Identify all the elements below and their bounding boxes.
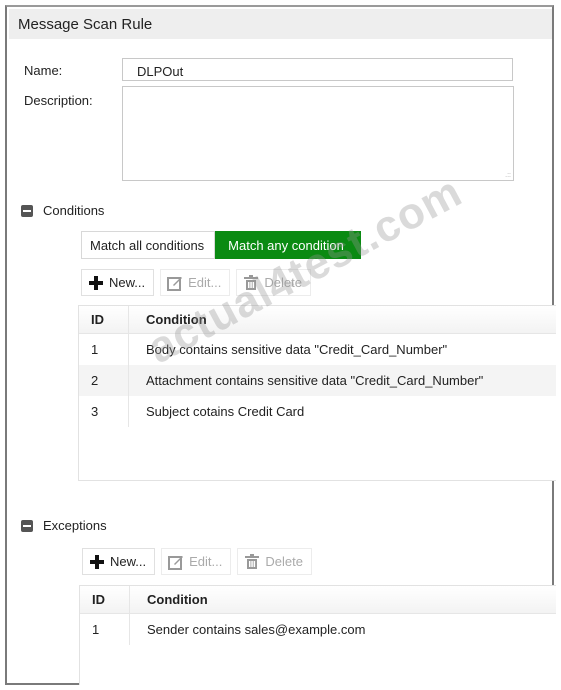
row-condition: Body contains sensitive data "Credit_Car… <box>146 342 448 357</box>
column-header-id[interactable]: ID <box>79 306 129 333</box>
exceptions-section-header[interactable]: Exceptions <box>21 518 107 533</box>
description-label: Description: <box>24 93 93 108</box>
conditions-new-button[interactable]: New... <box>81 269 155 296</box>
conditions-table: ID Condition 1 Body contains sensitive d… <box>78 305 556 481</box>
delete-label: Delete <box>265 554 303 569</box>
trash-icon <box>244 553 260 570</box>
column-header-id[interactable]: ID <box>80 586 130 613</box>
row-condition: Attachment contains sensitive data "Cred… <box>146 373 484 388</box>
row-id: 2 <box>79 365 129 396</box>
table-row[interactable]: 2 Attachment contains sensitive data "Cr… <box>79 365 556 396</box>
edit-icon <box>167 275 183 291</box>
table-row[interactable]: 1 Body contains sensitive data "Credit_C… <box>79 334 556 365</box>
row-condition: Subject cotains Credit Card <box>146 404 305 419</box>
trash-icon <box>243 274 259 291</box>
table-row[interactable]: 1 Sender contains sales@example.com <box>80 614 556 645</box>
edit-icon <box>168 554 184 570</box>
dialog-title: Message Scan Rule <box>9 9 552 39</box>
exceptions-toolbar: New... Edit... Delete <box>82 548 312 575</box>
message-scan-rule-dialog: Message Scan Rule Name: Description: .::… <box>5 5 556 685</box>
row-condition: Sender contains sales@example.com <box>147 622 366 637</box>
new-label: New... <box>109 275 146 290</box>
table-row[interactable]: 3 Subject cotains Credit Card <box>79 396 556 427</box>
plus-icon <box>88 275 104 291</box>
table-header: ID Condition <box>80 586 556 614</box>
conditions-delete-button[interactable]: Delete <box>236 269 311 296</box>
exceptions-delete-button[interactable]: Delete <box>237 548 312 575</box>
description-textarea[interactable]: .:: <box>122 86 514 181</box>
conditions-edit-button[interactable]: Edit... <box>160 269 231 296</box>
match-all-conditions-button[interactable]: Match all conditions <box>81 231 216 259</box>
edit-label: Edit... <box>188 275 222 290</box>
column-header-condition[interactable]: Condition <box>129 306 207 333</box>
table-header: ID Condition <box>79 306 556 334</box>
conditions-toolbar: New... Edit... Delete <box>81 269 311 296</box>
exceptions-heading: Exceptions <box>43 518 107 533</box>
name-input[interactable] <box>122 58 513 81</box>
exceptions-new-button[interactable]: New... <box>82 548 156 575</box>
row-id: 3 <box>79 396 129 427</box>
resize-grip-icon[interactable]: .:: <box>505 172 511 179</box>
plus-icon <box>89 554 105 570</box>
delete-label: Delete <box>264 275 302 290</box>
conditions-section-header[interactable]: Conditions <box>21 203 104 218</box>
new-label: New... <box>110 554 147 569</box>
row-id: 1 <box>79 334 129 365</box>
collapse-icon[interactable] <box>21 204 33 217</box>
row-id: 1 <box>80 614 130 645</box>
conditions-heading: Conditions <box>43 203 105 218</box>
exceptions-edit-button[interactable]: Edit... <box>161 548 232 575</box>
match-mode-toggle: Match all conditions Match any condition <box>81 231 361 259</box>
exceptions-table: ID Condition 1 Sender contains sales@exa… <box>79 585 556 685</box>
name-label: Name: <box>24 63 63 78</box>
edit-label: Edit... <box>189 554 223 569</box>
match-any-condition-button[interactable]: Match any condition <box>215 231 361 259</box>
column-header-condition[interactable]: Condition <box>130 586 208 613</box>
collapse-icon[interactable] <box>21 519 33 532</box>
